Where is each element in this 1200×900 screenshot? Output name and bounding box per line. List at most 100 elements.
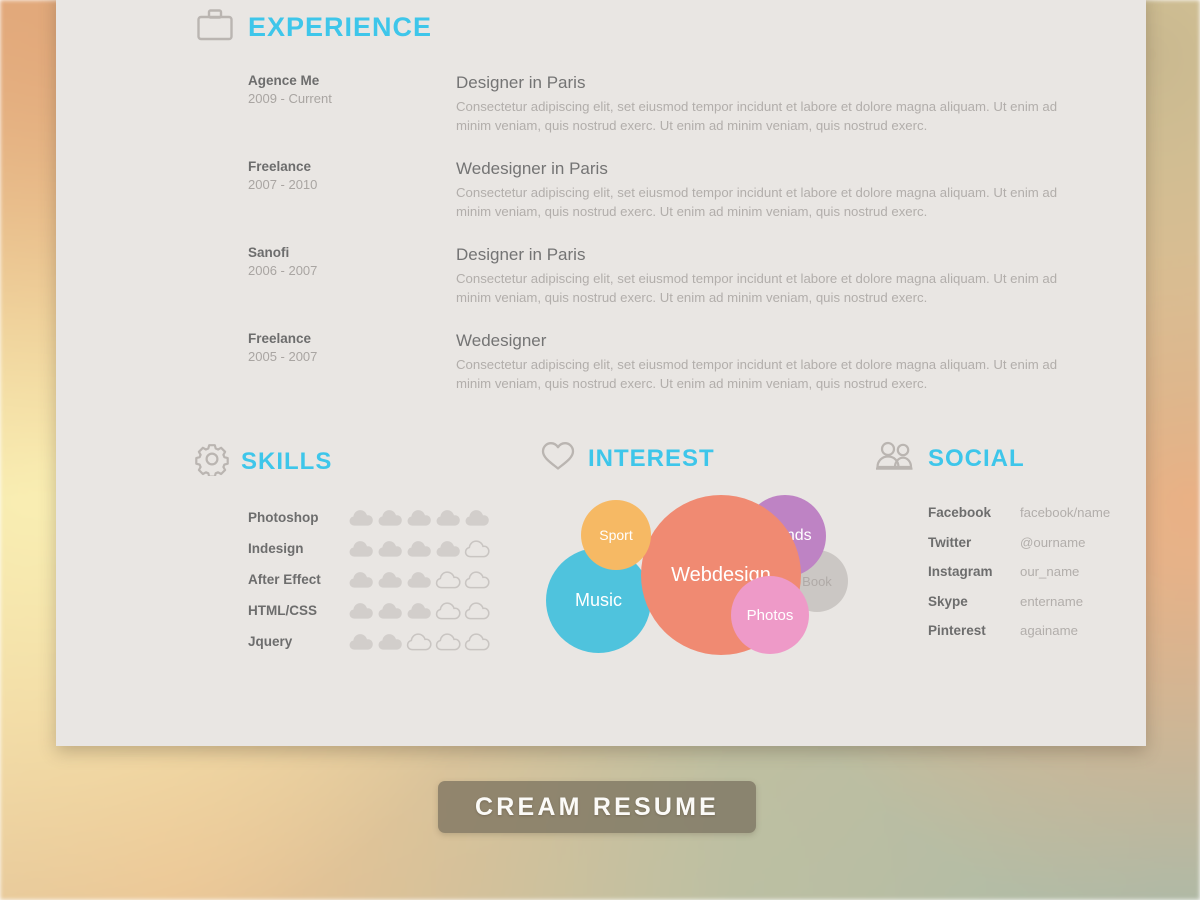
cloud-filled-icon: [407, 571, 431, 588]
interest-bubble: Sport: [581, 500, 651, 570]
social-network: Pinterest: [928, 623, 986, 638]
social-list: Facebook facebook/name Twitter @ourname Inst…: [928, 505, 1110, 653]
social-handle[interactable]: againame: [1020, 623, 1078, 638]
skill-row: After Effect: [248, 564, 490, 595]
experience-period: 2009 - Current: [248, 91, 332, 107]
experience-period: 2005 - 2007: [248, 349, 318, 365]
experience-item: Freelance 2005 - 2007 Wedesigner Consectetu…: [248, 330, 1098, 396]
experience-meta: Freelance 2007 - 2010: [248, 158, 438, 194]
experience-period: 2006 - 2007: [248, 263, 318, 279]
cloud-empty-icon: [435, 632, 461, 650]
people-icon: [874, 440, 916, 477]
experience-role: Designer in Paris: [456, 73, 586, 92]
skill-name: Indesign: [248, 541, 304, 556]
experience-title: EXPERIENCE: [248, 12, 433, 42]
interest-bubble-chart: WebdesignMusicSportFriendsPhotosBook: [541, 485, 861, 655]
skill-rating: [348, 570, 490, 590]
skill-name: Photoshop: [248, 510, 319, 525]
experience-role: Wedesigner: [456, 331, 547, 350]
cloud-filled-icon: [378, 571, 402, 588]
experience-item: Sanofi 2006 - 2007 Designer in Paris Consec…: [248, 244, 1098, 310]
experience-description: Consectetur adipiscing elit, set eiusmod…: [456, 99, 1058, 134]
skill-name: Jquery: [248, 634, 293, 649]
cloud-filled-icon: [349, 509, 373, 526]
cloud-filled-icon: [349, 602, 373, 619]
experience-company: Freelance: [248, 331, 312, 346]
experience-item: Freelance 2007 - 2010 Wedesigner in Paris C…: [248, 158, 1098, 224]
skill-rating: [348, 508, 490, 528]
interest-section-header: INTEREST: [540, 440, 715, 477]
skills-section-header: SKILLS: [195, 442, 332, 481]
experience-body: Wedesigner Consectetur adipiscing elit, s…: [456, 330, 1098, 394]
experience-body: Designer in Paris Consectetur adipiscing …: [456, 244, 1098, 308]
social-network: Skype: [928, 593, 968, 609]
social-handle[interactable]: @ourname: [1020, 535, 1085, 550]
cloud-filled-icon: [465, 509, 489, 526]
badge-label: CREAM RESUME: [475, 792, 719, 821]
interest-bubble: Photos: [731, 576, 809, 654]
skill-row: Indesign: [248, 533, 490, 564]
experience-list: Agence Me 2009 - Current Designer in Paris…: [248, 72, 1098, 416]
cloud-empty-icon: [464, 570, 490, 588]
cloud-filled-icon: [378, 509, 402, 526]
experience-role: Wedesigner in Paris: [456, 159, 608, 178]
cloud-empty-icon: [464, 632, 490, 650]
experience-role: Designer in Paris: [456, 245, 586, 264]
experience-company: Sanofi: [248, 245, 290, 260]
interest-bubble-label: Photos: [746, 606, 794, 624]
social-handle[interactable]: entername: [1020, 594, 1083, 609]
interest-bubble-label: Sport: [599, 527, 633, 543]
skills-list: Photoshop Indesign After Effect HTML/CSS Jqu…: [248, 502, 490, 657]
cloud-empty-icon: [464, 601, 490, 619]
social-row[interactable]: Pinterest againame: [928, 623, 1110, 653]
social-row[interactable]: Twitter @ourname: [928, 535, 1110, 565]
experience-section-header: EXPERIENCE: [196, 8, 432, 47]
skill-row: HTML/CSS: [248, 595, 490, 626]
cloud-empty-icon: [464, 539, 490, 557]
cloud-filled-icon: [407, 602, 431, 619]
skills-title: SKILLS: [241, 447, 333, 475]
skill-rating: [348, 632, 490, 652]
social-network: Facebook: [928, 505, 992, 520]
experience-item: Agence Me 2009 - Current Designer in Paris…: [248, 72, 1098, 138]
experience-meta: Sanofi 2006 - 2007: [248, 244, 438, 280]
experience-body: Designer in Paris Consectetur adipiscing …: [456, 72, 1098, 136]
cloud-filled-icon: [436, 509, 460, 526]
template-name-badge: CREAM RESUME: [438, 781, 756, 833]
experience-description: Consectetur adipiscing elit, set eiusmod…: [456, 271, 1058, 306]
cloud-filled-icon: [378, 602, 402, 619]
cloud-empty-icon: [435, 601, 461, 619]
interest-bubble-label: Music: [574, 590, 622, 610]
skill-row: Jquery: [248, 626, 490, 657]
experience-meta: Agence Me 2009 - Current: [248, 72, 438, 108]
cloud-empty-icon: [435, 570, 461, 588]
social-row[interactable]: Facebook facebook/name: [928, 505, 1110, 535]
social-title: SOCIAL: [928, 444, 1025, 472]
experience-description: Consectetur adipiscing elit, set eiusmod…: [456, 185, 1058, 220]
interest-title: INTEREST: [588, 444, 715, 472]
cloud-filled-icon: [349, 571, 373, 588]
experience-description: Consectetur adipiscing elit, set eiusmod…: [456, 357, 1058, 392]
social-row[interactable]: Skype entername: [928, 594, 1110, 624]
briefcase-icon: [196, 8, 234, 47]
cloud-filled-icon: [378, 633, 402, 650]
social-network: Instagram: [928, 564, 993, 579]
resume-card: EXPERIENCE Agence Me 2009 - Current Design…: [56, 0, 1146, 746]
skill-rating: [348, 539, 490, 559]
cloud-filled-icon: [436, 540, 460, 557]
interest-bubble-label: Book: [802, 573, 832, 589]
skill-rating: [348, 601, 490, 621]
heart-icon: [540, 440, 576, 477]
cloud-filled-icon: [407, 540, 431, 557]
cloud-filled-icon: [349, 633, 373, 650]
skill-name: HTML/CSS: [248, 603, 317, 618]
social-section-header: SOCIAL: [874, 440, 1025, 477]
social-handle[interactable]: our_name: [1020, 564, 1079, 579]
skill-name: After Effect: [248, 572, 321, 587]
experience-company: Freelance: [248, 159, 312, 174]
experience-company: Agence Me: [248, 73, 320, 88]
social-handle[interactable]: facebook/name: [1020, 505, 1110, 520]
social-row[interactable]: Instagram our_name: [928, 564, 1110, 594]
cloud-filled-icon: [378, 540, 402, 557]
gear-icon: [195, 442, 229, 481]
